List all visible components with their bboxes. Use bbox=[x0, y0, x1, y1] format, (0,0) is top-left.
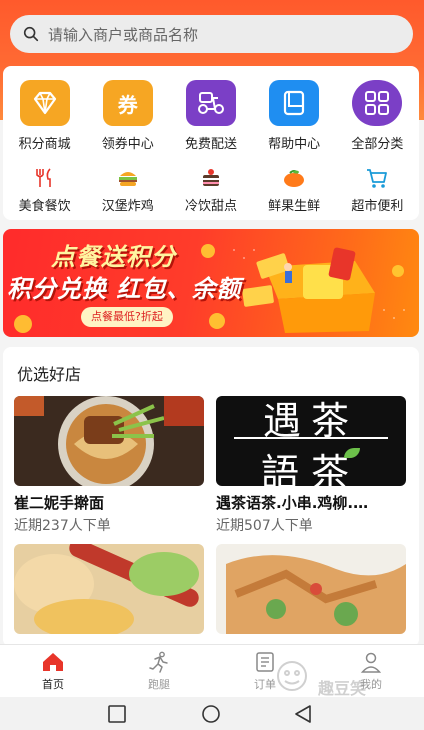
category-food[interactable]: 美食餐饮 bbox=[3, 166, 86, 214]
shop-card[interactable] bbox=[216, 544, 406, 634]
shop-card[interactable]: 崔二妮手擀面 近期237人下单 bbox=[14, 396, 204, 535]
shop-logo-text-bottom: 語茶 bbox=[260, 451, 361, 486]
shop-logo-image: 遇茶 語茶 bbox=[216, 396, 406, 486]
grid-icon bbox=[352, 80, 403, 126]
category-label: 美食餐饮 bbox=[18, 199, 71, 214]
category-label: 超市便利 bbox=[351, 199, 404, 214]
search-bar[interactable]: 请输入商户或商品名称 bbox=[10, 15, 413, 53]
category-label: 免费配送 bbox=[184, 137, 237, 152]
watermark-text: 趣豆笑 bbox=[318, 679, 367, 698]
tab-errand[interactable]: 跑腿 bbox=[106, 645, 212, 697]
tab-home[interactable]: 首页 bbox=[0, 645, 106, 697]
shop-image bbox=[14, 544, 204, 634]
category-help-center[interactable]: 帮助中心 bbox=[253, 80, 336, 152]
cart-icon bbox=[364, 166, 390, 190]
banner-headline: 点餐送积分 bbox=[51, 243, 176, 271]
category-label: 汉堡炸鸡 bbox=[101, 199, 154, 214]
fork-knife-icon bbox=[32, 166, 58, 190]
recent-apps-icon[interactable] bbox=[107, 705, 127, 723]
coupon-icon: 券 bbox=[102, 80, 153, 126]
home-circle-icon[interactable] bbox=[200, 705, 222, 723]
category-fresh-fruit[interactable]: 鲜果生鲜 bbox=[253, 166, 336, 214]
category-label: 积分商城 bbox=[18, 137, 71, 152]
category-coupon-center[interactable]: 券 领券中心 bbox=[86, 80, 169, 152]
tab-label: 跑腿 bbox=[148, 678, 170, 691]
category-free-delivery[interactable]: 免费配送 bbox=[169, 80, 252, 152]
shop-name: 崔二妮手擀面 bbox=[14, 494, 105, 512]
logo-divider bbox=[234, 437, 388, 439]
shop-card[interactable]: 遇茶 語茶 遇茶语茶.小串.鸡柳.… 近期507人下单 bbox=[216, 396, 406, 535]
shop-name: 遇茶语茶.小串.鸡柳.… bbox=[216, 494, 369, 512]
category-label: 领券中心 bbox=[101, 137, 154, 152]
tab-label: 首页 bbox=[42, 678, 64, 691]
fruit-icon bbox=[281, 166, 307, 190]
shop-card[interactable] bbox=[14, 544, 204, 634]
back-triangle-icon[interactable] bbox=[293, 705, 313, 723]
system-navigation-bar bbox=[0, 697, 424, 730]
book-icon bbox=[269, 80, 320, 126]
banner-subheadline: 积分兑换 红包、余额 bbox=[7, 275, 242, 303]
promo-banner[interactable]: 点餐送积分 积分兑换 红包、余额 点餐最低?折起 bbox=[3, 229, 419, 337]
banner-pill: 点餐最低?折起 bbox=[81, 307, 173, 327]
scooter-icon bbox=[185, 80, 236, 126]
category-label: 全部分类 bbox=[351, 137, 404, 152]
dessert-icon bbox=[198, 166, 224, 190]
category-dessert[interactable]: 冷饮甜点 bbox=[169, 166, 252, 214]
section-title: 优选好店 bbox=[17, 365, 82, 384]
shop-orders: 近期507人下单 bbox=[216, 518, 313, 534]
runner-icon bbox=[149, 651, 168, 673]
featured-shops-section: 优选好店 崔二妮手擀面 近期237人下单 遇茶 語茶 遇茶语茶.小串.鸡柳.… … bbox=[3, 347, 419, 647]
search-placeholder: 请输入商户或商品名称 bbox=[48, 25, 199, 44]
burger-icon bbox=[115, 166, 141, 190]
category-card: 积分商城 券 领券中心 免费配送 帮助中心 全部分类 美食餐饮 汉堡炸鸡 冷饮甜… bbox=[3, 66, 419, 220]
home-icon bbox=[43, 653, 63, 671]
shop-image bbox=[216, 544, 406, 634]
category-all[interactable]: 全部分类 bbox=[336, 80, 419, 152]
category-supermarket[interactable]: 超市便利 bbox=[336, 166, 419, 214]
diamond-icon bbox=[19, 80, 70, 126]
shop-image bbox=[14, 396, 204, 486]
category-burger[interactable]: 汉堡炸鸡 bbox=[86, 166, 169, 214]
category-points-mall[interactable]: 积分商城 bbox=[3, 80, 86, 152]
search-icon bbox=[23, 26, 39, 42]
category-label: 帮助中心 bbox=[268, 137, 321, 152]
category-label: 冷饮甜点 bbox=[184, 199, 237, 214]
shop-orders: 近期237人下单 bbox=[14, 518, 111, 534]
category-label: 鲜果生鲜 bbox=[268, 199, 321, 214]
